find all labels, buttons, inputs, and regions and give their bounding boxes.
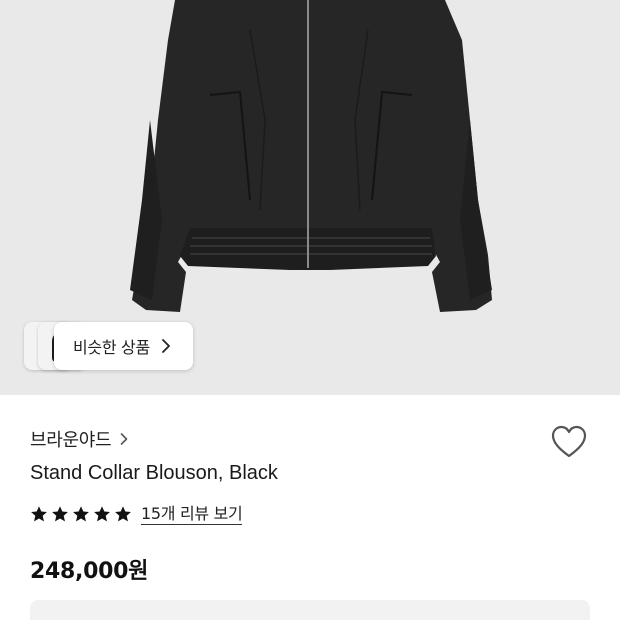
star-icon (94, 506, 110, 522)
brand-name: 브라운야드 (30, 430, 112, 451)
similar-products-button[interactable]: 비슷한 상품 (54, 322, 193, 370)
brand-link[interactable]: 브라운야드 (30, 426, 129, 452)
star-icon (73, 506, 89, 522)
similar-products-widget[interactable]: 비슷한 상품 (24, 322, 194, 370)
chevron-right-icon (121, 433, 128, 445)
review-link[interactable]: 15개 리뷰 보기 (141, 503, 243, 525)
product-image[interactable]: 비슷한 상품 (0, 0, 620, 395)
similar-products-label: 비슷한 상품 (73, 338, 150, 357)
star-icon (115, 506, 131, 522)
option-panel[interactable] (30, 600, 590, 620)
product-price: 248,000원 (30, 559, 149, 584)
heart-outline-icon[interactable] (550, 424, 588, 460)
rating-row: 15개 리뷰 보기 (30, 503, 243, 525)
chevron-right-icon (161, 339, 170, 353)
product-title: Stand Collar Blouson, Black (30, 462, 278, 484)
star-icon (52, 506, 68, 522)
star-icon (31, 506, 47, 522)
star-rating (30, 505, 132, 523)
